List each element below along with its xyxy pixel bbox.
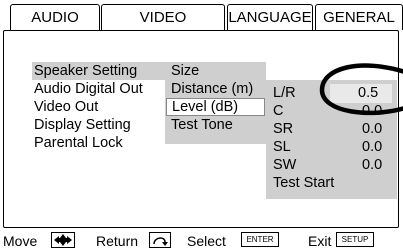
setup-key-icon: SETUP: [336, 232, 374, 247]
highlight-circle-icon: [319, 63, 403, 116]
arrow-keys-icon: [51, 232, 75, 248]
footer-select-label: Select: [187, 233, 226, 249]
footer-hints: Move Return Select ENTER Exit SETUP: [0, 230, 403, 250]
footer-exit-label: Exit: [308, 233, 332, 249]
footer-move-label: Move: [3, 233, 38, 249]
enter-key-icon: ENTER: [241, 232, 279, 247]
return-arrow-icon: [149, 232, 171, 248]
footer-return-label: Return: [96, 233, 139, 249]
